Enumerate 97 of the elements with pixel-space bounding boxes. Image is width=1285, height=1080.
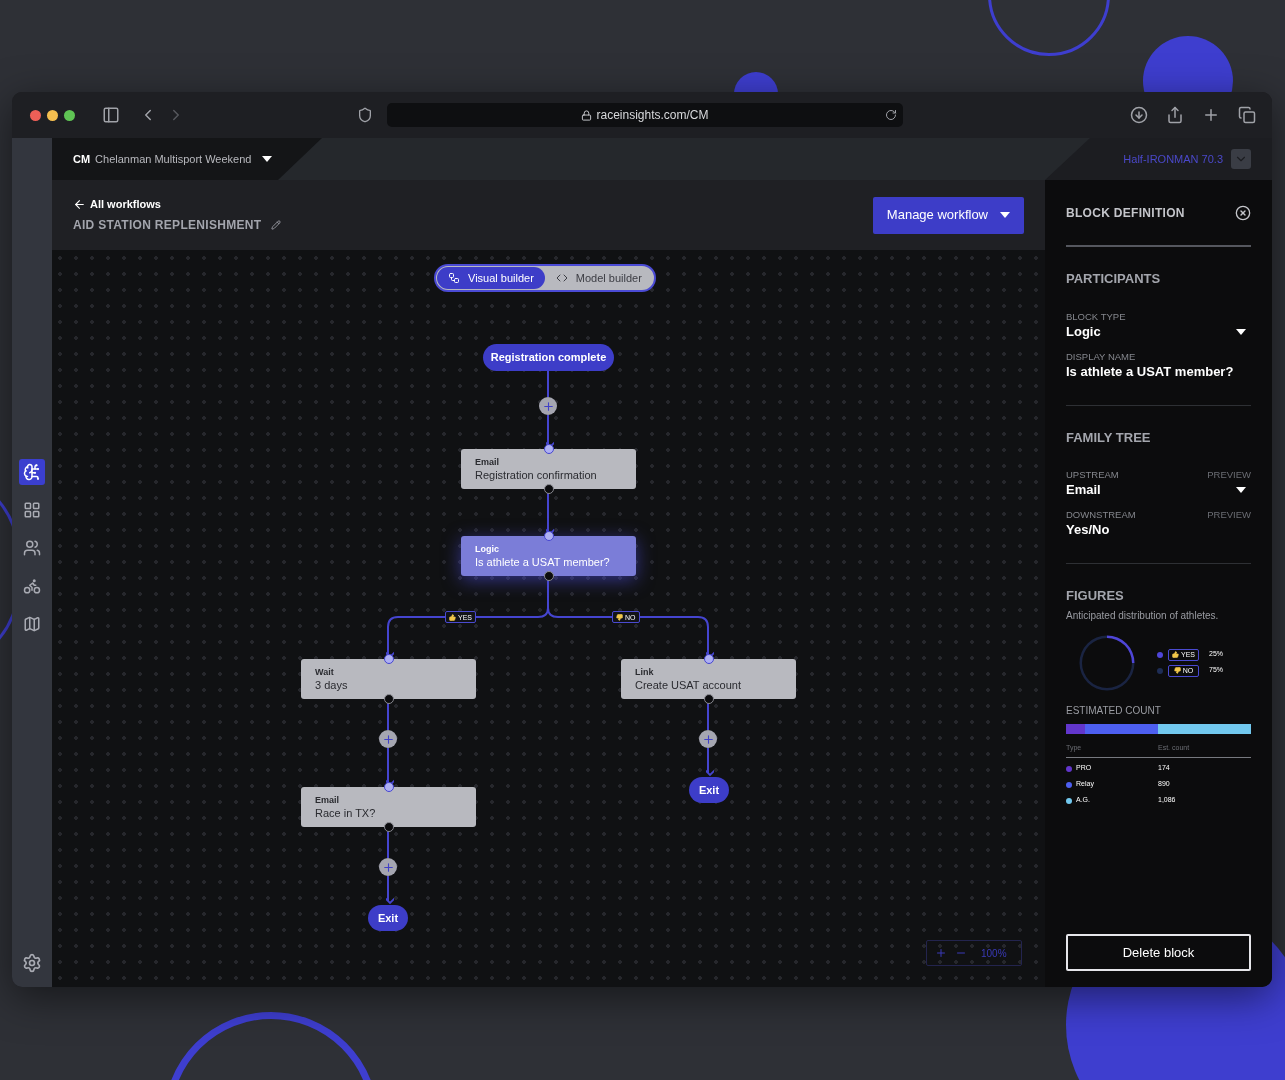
add-step-button[interactable] <box>539 397 557 415</box>
input-port[interactable] <box>543 531 554 541</box>
preview-link[interactable]: PREVIEW <box>1207 469 1251 481</box>
connector <box>384 747 396 786</box>
block-node[interactable]: Wait 3 days <box>301 659 476 699</box>
url-text: raceinsights.com/CM <box>596 107 709 124</box>
plus-icon <box>541 399 555 413</box>
field-value[interactable]: Email <box>1066 481 1101 499</box>
download-icon[interactable] <box>1130 106 1148 124</box>
section-heading: ESTIMATED COUNT <box>1066 703 1162 718</box>
edit-icon[interactable] <box>271 219 282 230</box>
caret-icon <box>1000 212 1010 218</box>
section-heading: PARTICIPANTS <box>1066 270 1162 288</box>
caret-icon <box>262 156 273 162</box>
input-port[interactable] <box>383 654 394 664</box>
close-icon[interactable] <box>1235 204 1251 221</box>
builder-tab[interactable]: Visual builder <box>437 267 545 289</box>
output-port[interactable] <box>703 694 714 704</box>
block-type: Email <box>315 794 340 806</box>
sidebar-toggle-icon[interactable] <box>102 106 120 124</box>
new-tab-icon[interactable] <box>1202 106 1220 124</box>
settings-icon[interactable] <box>22 953 42 973</box>
block-node[interactable]: Link Create USAT account <box>621 659 796 699</box>
event-name: Chelanman Multisport Weekend <box>95 151 252 167</box>
field-value: Yes/No <box>1066 521 1110 539</box>
thumbs-up-icon <box>449 613 456 621</box>
connector <box>547 370 549 398</box>
connector <box>384 875 396 904</box>
output-port[interactable] <box>383 694 394 704</box>
arrow-left-icon <box>73 198 86 211</box>
tabs-icon[interactable] <box>1238 106 1256 124</box>
code-icon <box>555 272 568 284</box>
back-link[interactable]: All workflows <box>73 196 282 213</box>
exit-node[interactable]: Exit <box>368 905 408 931</box>
event-selector[interactable]: CM Chelanman Multisport Weekend <box>52 138 322 180</box>
plus-icon <box>381 860 395 874</box>
output-port[interactable] <box>543 571 554 581</box>
output-port[interactable] <box>543 484 554 494</box>
block-title: Create USAT account <box>635 678 742 692</box>
field-value[interactable]: Logic <box>1066 322 1101 341</box>
panel-title: BLOCK DEFINITION <box>1066 204 1185 222</box>
block-title: Is athlete a USAT member? <box>475 555 611 569</box>
block-node[interactable]: Email Registration confirmation <box>461 449 636 489</box>
block-type: Wait <box>315 666 335 678</box>
block-type: Logic <box>475 543 500 555</box>
dropdown-caret-icon <box>1236 328 1246 335</box>
share-icon[interactable] <box>1166 106 1184 124</box>
block-type: Link <box>635 666 655 678</box>
plus-icon <box>701 732 715 746</box>
block-title: Race in TX? <box>315 806 377 820</box>
builder-tab[interactable]: Model builder <box>544 267 653 289</box>
exit-node[interactable]: Exit <box>689 777 729 803</box>
delete-block-button[interactable]: Delete block <box>1066 934 1251 971</box>
block-title: 3 days <box>315 678 349 692</box>
field-label: UPSTREAM <box>1066 469 1119 481</box>
manage-workflow-button[interactable]: Manage workflow <box>872 196 1024 234</box>
shield-icon[interactable] <box>357 107 373 123</box>
field-label: BLOCK TYPE <box>1066 310 1126 323</box>
input-port[interactable] <box>383 782 394 792</box>
add-step-button[interactable] <box>379 858 397 876</box>
grid-icon <box>23 501 41 519</box>
add-step-button[interactable] <box>379 730 397 748</box>
preview-link[interactable]: PREVIEW <box>1207 509 1251 521</box>
lock-icon <box>581 109 593 121</box>
thumbs-up-icon <box>1172 651 1179 658</box>
section-heading: FAMILY TREE <box>1066 428 1152 447</box>
bike-icon <box>23 577 41 595</box>
zoom-level: 100% <box>981 946 1007 961</box>
sidebar-item[interactable] <box>19 459 45 485</box>
field-label: DOWNSTREAM <box>1066 509 1136 521</box>
address-bar[interactable]: raceinsights.com/CM <box>387 103 903 127</box>
workflow-title: AID STATION REPLENISHMENT <box>73 216 262 234</box>
block-node[interactable]: Email Race in TX? <box>301 787 476 827</box>
people-icon <box>23 539 41 557</box>
event-code: CM <box>73 151 91 167</box>
map-icon <box>23 615 41 633</box>
input-port[interactable] <box>543 444 554 454</box>
trigger-node[interactable]: Registration complete <box>483 344 614 371</box>
brain-icon <box>23 463 41 481</box>
field-label: DISPLAY NAME <box>1066 350 1136 363</box>
flow-icon <box>448 272 460 284</box>
section-subtitle: Anticipated distribution of athletes. <box>1066 608 1220 623</box>
connector <box>544 414 556 448</box>
section-heading: FIGURES <box>1066 587 1125 605</box>
thumbs-down-icon <box>1173 667 1181 674</box>
field-value: Is athlete a USAT member? <box>1066 362 1234 381</box>
block-node[interactable]: Logic Is athlete a USAT member? <box>461 536 636 576</box>
reload-icon[interactable] <box>885 109 897 121</box>
input-port[interactable] <box>703 654 714 664</box>
thumbs-down-icon <box>616 613 623 621</box>
add-step-button[interactable] <box>699 730 717 748</box>
block-title: Registration confirmation <box>475 468 598 482</box>
connector <box>704 747 716 776</box>
dropdown-caret-icon <box>1236 487 1246 493</box>
block-type: Email <box>475 456 500 468</box>
output-port[interactable] <box>383 822 394 832</box>
plus-icon <box>381 732 395 746</box>
